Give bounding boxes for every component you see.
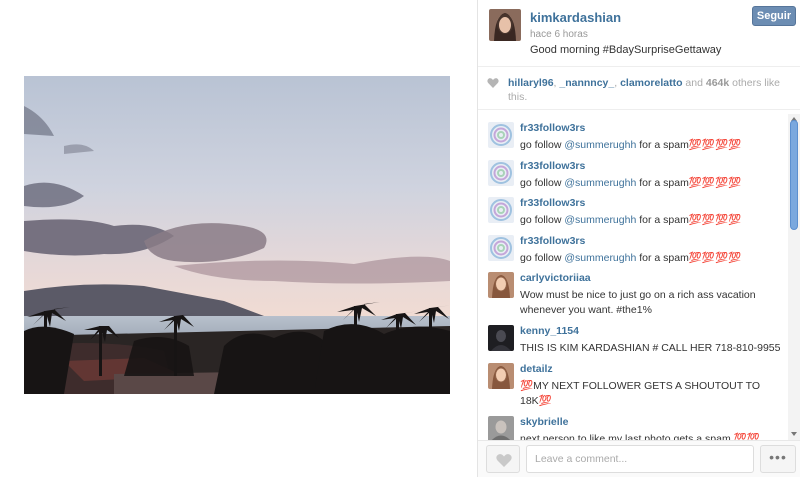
commenter-username[interactable]: fr33follow3rs (520, 235, 585, 247)
heart-icon (496, 454, 512, 467)
commenter-avatar[interactable] (488, 160, 514, 186)
photo-pane (0, 0, 477, 477)
owner-avatar[interactable] (489, 9, 521, 41)
commenter-username[interactable]: detailz (520, 363, 553, 375)
comment-text-part: for a spam💯💯💯💯 (636, 252, 742, 264)
scroll-down-arrow-icon[interactable] (790, 430, 798, 438)
follow-button[interactable]: Seguir (752, 6, 796, 26)
comment-text: THIS IS KIM KARDASHIAN # CALL HER 718-81… (520, 341, 782, 356)
comment-footer: ••• (478, 440, 800, 477)
comment-text: 💯MY NEXT FOLLOWER GETS A SHOUTOUT TO 18K… (520, 379, 782, 409)
comment-text-part: for a spam💯💯💯💯 (636, 177, 742, 189)
scroll-thumb[interactable] (790, 120, 798, 230)
instagram-post-viewer: kimkardashian hace 6 horas Good morning … (0, 0, 800, 477)
mention-link[interactable]: @summerughh (564, 139, 636, 151)
comment-text-part: Wow must be nice to just go on a rich as… (520, 289, 756, 316)
sunset-palm-photo (24, 76, 450, 394)
commenter-avatar[interactable] (488, 197, 514, 223)
commenter-username[interactable]: fr33follow3rs (520, 197, 585, 209)
liker-link[interactable]: clamorelatto (620, 77, 682, 89)
commenter-avatar[interactable] (488, 363, 514, 389)
comment-text-part: go follow (520, 177, 565, 189)
mention-link[interactable]: @summerughh (564, 252, 636, 264)
comment-text: go follow @summerughh for a spam💯💯💯💯 (520, 213, 782, 228)
post-header: kimkardashian hace 6 horas Good morning … (478, 0, 800, 64)
commenter-avatar[interactable] (488, 325, 514, 351)
comment-text-part: for a spam💯💯💯💯 (636, 214, 742, 226)
like-button[interactable] (486, 445, 520, 473)
ellipsis-icon: ••• (769, 449, 787, 465)
comment-text-part: for a spam💯💯💯💯 (636, 139, 742, 151)
commenter-username[interactable]: fr33follow3rs (520, 122, 585, 134)
comment-scrollbar[interactable] (788, 114, 800, 440)
comment-text-part: go follow (520, 252, 565, 264)
owner-username[interactable]: kimkardashian (530, 10, 621, 25)
comment-text-part: 💯MY NEXT FOLLOWER GETS A SHOUTOUT TO 18K… (520, 380, 761, 407)
comment-text: Wow must be nice to just go on a rich as… (520, 288, 782, 318)
comment-text-part: go follow (520, 139, 565, 151)
mention-link[interactable]: @summerughh (564, 177, 636, 189)
post-side-panel: kimkardashian hace 6 horas Good morning … (477, 0, 800, 477)
commenter-username[interactable]: kenny_1154 (520, 325, 579, 337)
comment-text-part: go follow (520, 214, 565, 226)
more-options-button[interactable]: ••• (760, 445, 796, 473)
likes-summary: hillaryl96, _nannncy_, clamorelatto and … (478, 66, 800, 110)
commenter-avatar[interactable] (488, 272, 514, 298)
comment-list[interactable]: fr33follow3rs go follow @summerughh for a… (478, 114, 788, 440)
commenter-username[interactable]: skybrielle (520, 416, 568, 428)
post-photo[interactable] (24, 76, 450, 394)
comment-text: go follow @summerughh for a spam💯💯💯💯 (520, 176, 782, 191)
commenter-avatar[interactable] (488, 122, 514, 148)
comment-text-part: next person to like my last photo gets a… (520, 433, 760, 440)
heart-icon (487, 78, 499, 88)
comment-text: go follow @summerughh for a spam💯💯💯💯 (520, 251, 782, 266)
post-caption: Good morning #BdaySurpriseGettaway (530, 44, 722, 56)
comment-text-part: THIS IS KIM KARDASHIAN # CALL HER 718-81… (520, 342, 781, 354)
post-timestamp: hace 6 horas (530, 29, 588, 40)
commenter-avatar[interactable] (488, 235, 514, 261)
likes-and: and (682, 77, 706, 89)
comment-text: next person to like my last photo gets a… (520, 432, 782, 440)
liker-link[interactable]: _nannncy_ (559, 77, 614, 89)
comment-input[interactable] (526, 445, 754, 473)
liker-link[interactable]: hillaryl96 (508, 77, 554, 89)
likes-count[interactable]: 464k (706, 77, 729, 89)
commenter-avatar[interactable] (488, 416, 514, 440)
comment-text: go follow @summerughh for a spam💯💯💯💯 (520, 138, 782, 153)
mention-link[interactable]: @summerughh (564, 214, 636, 226)
likes-text: hillaryl96, _nannncy_, clamorelatto and … (508, 76, 788, 104)
commenter-username[interactable]: fr33follow3rs (520, 160, 585, 172)
commenter-username[interactable]: carlyvictoriiaa (520, 272, 591, 284)
